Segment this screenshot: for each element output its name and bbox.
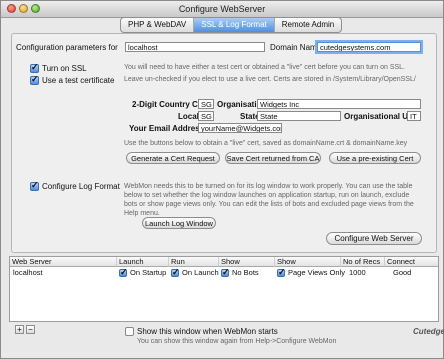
webserver-table: Web Server Launch Run Show Show No of Re… (9, 256, 439, 322)
state-field[interactable]: State (257, 111, 341, 121)
no-bots-checkbox[interactable] (221, 267, 230, 278)
test-certificate-note: Leave un-checked if you elect to use a l… (124, 76, 416, 83)
title-bar: Configure WebServer (1, 1, 443, 18)
col-run[interactable]: Run (169, 257, 219, 267)
show-window-checkbox[interactable] (125, 327, 134, 336)
show-window-label: Show this window when WebMon starts (137, 327, 278, 336)
email-label: Your Email Address (129, 124, 205, 133)
test-certificate-label: Use a test certificate (42, 76, 115, 85)
locality-field[interactable]: SG (198, 111, 214, 121)
tab-bar: PHP & WebDAV SSL & Log Format Remote Adm… (120, 17, 343, 33)
on-launch-checkbox[interactable] (171, 267, 180, 278)
tab-php-webdav[interactable]: PHP & WebDAV (121, 18, 195, 32)
settings-panel: Configuration parameters for localhost D… (11, 33, 437, 253)
col-show-pages[interactable]: Show (275, 257, 341, 267)
domain-name-field[interactable]: cutedgesystems.com (317, 42, 421, 52)
window-title: Configure WebServer (178, 4, 266, 14)
country-code-field[interactable]: SG (198, 99, 214, 109)
launch-log-window-button[interactable]: Launch Log Window (142, 217, 216, 229)
turn-on-ssl-note: You will need to have either a test cert… (124, 64, 405, 71)
table-row[interactable]: localhost On Startup On Launch No Bots P… (10, 267, 438, 278)
col-no-of-recs[interactable]: No of Recs (341, 257, 385, 267)
no-bots-label: No Bots (232, 268, 259, 277)
server-cell: localhost (13, 268, 43, 277)
config-params-label: Configuration parameters for (16, 43, 118, 52)
col-show-bots[interactable]: Show (219, 257, 275, 267)
page-views-only-label: Page Views Only (288, 268, 345, 277)
log-format-note: WebMon needs this to be turned on for it… (124, 183, 414, 217)
col-web-server[interactable]: Web Server (10, 257, 117, 267)
col-launch[interactable]: Launch (117, 257, 169, 267)
configure-web-server-button[interactable]: Configure Web Server (326, 232, 422, 245)
tab-remote-admin[interactable]: Remote Admin (275, 18, 341, 32)
cutedge-logo: Cutedge (413, 327, 444, 336)
configure-webserver-window: Configure WebServer PHP & WebDAV SSL & L… (0, 0, 444, 359)
on-startup-checkbox[interactable] (119, 267, 128, 278)
live-cert-note: Use the buttons below to obtain a "live"… (124, 140, 408, 147)
page-views-only-checkbox[interactable] (277, 267, 286, 278)
col-connect[interactable]: Connect (385, 257, 438, 267)
turn-on-ssl-checkbox[interactable] (30, 62, 39, 73)
config-params-field[interactable]: localhost (125, 42, 265, 52)
configure-log-format-checkbox[interactable] (30, 180, 39, 191)
organisation-field[interactable]: Widgets Inc (257, 99, 421, 109)
configure-log-format-label: Configure Log Format (42, 182, 120, 191)
connect-cell: Good (393, 268, 412, 277)
test-certificate-checkbox[interactable] (30, 74, 39, 85)
email-field[interactable]: yourName@Widgets.com (198, 123, 282, 133)
domain-name-label: Domain Name (270, 43, 322, 52)
recs-cell[interactable]: 1000 (349, 268, 366, 278)
generate-cert-request-button[interactable]: Generate a Cert Request (126, 152, 220, 164)
use-preexisting-cert-button[interactable]: Use a pre-existing Cert (329, 152, 421, 164)
org-unit-field[interactable]: IT (407, 111, 421, 121)
tab-ssl-log-format[interactable]: SSL & Log Format (194, 18, 275, 32)
save-cert-button[interactable]: Save Cert returned from CA (225, 152, 321, 164)
add-server-button[interactable]: + (15, 325, 24, 334)
on-launch-label: On Launch (182, 268, 219, 277)
show-window-hint: You can show this window again from Help… (137, 338, 337, 345)
remove-server-button[interactable]: − (26, 325, 35, 334)
on-startup-label: On Startup (130, 268, 167, 277)
turn-on-ssl-label: Turn on SSL (42, 64, 87, 73)
